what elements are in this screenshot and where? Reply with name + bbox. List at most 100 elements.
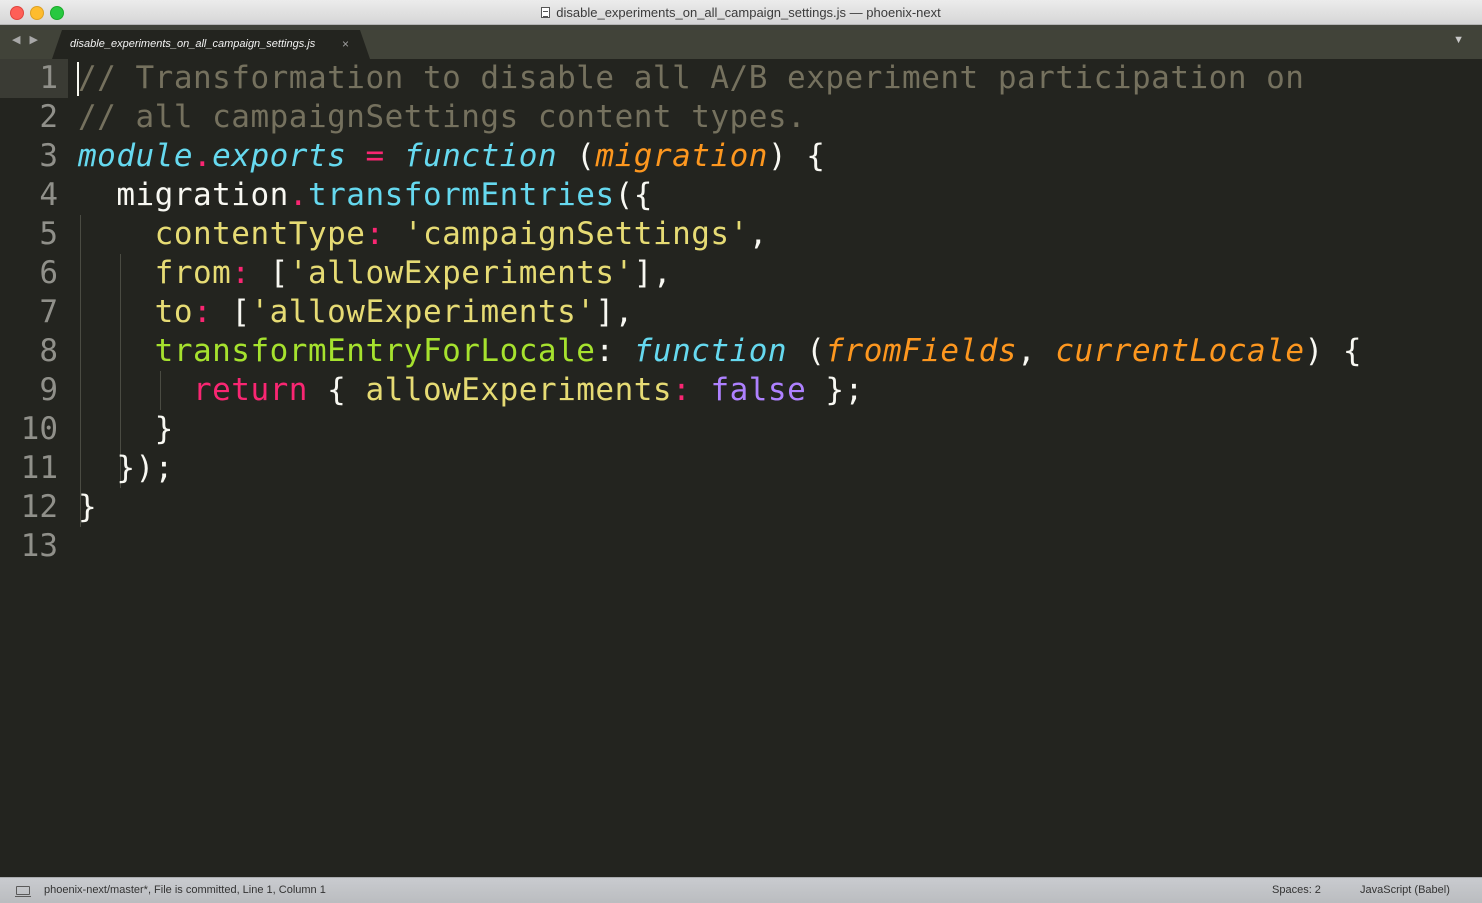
code-line[interactable]: 2 // all campaignSettings content types. bbox=[0, 98, 1482, 137]
code-token: currentLocale bbox=[1055, 333, 1305, 369]
code-line[interactable]: 12} bbox=[0, 488, 1482, 527]
code-line[interactable]: 4 migration.transformEntries({ bbox=[0, 176, 1482, 215]
code-text: from: ['allowExperiments'], bbox=[78, 254, 672, 293]
code-line[interactable]: 5 contentType: 'campaignSettings', bbox=[0, 215, 1482, 254]
code-text: module.exports = function (migration) { bbox=[78, 137, 825, 176]
line-number: 7 bbox=[0, 293, 68, 332]
line-number: 13 bbox=[0, 527, 68, 566]
code-token: function bbox=[633, 333, 788, 369]
tab-active-file[interactable]: disable_experiments_on_all_campaign_sett… bbox=[52, 30, 370, 59]
code-token: }; bbox=[806, 372, 864, 408]
line-number-text: 5 bbox=[39, 216, 58, 252]
status-syntax[interactable]: JavaScript (Babel) bbox=[1360, 884, 1450, 896]
code-token: function bbox=[403, 138, 558, 174]
code-token: exports bbox=[212, 138, 347, 174]
line-number: 5 bbox=[0, 215, 68, 254]
code-token: transformEntryForLocale bbox=[78, 333, 596, 369]
line-number-text: 4 bbox=[39, 177, 58, 213]
status-indentation[interactable]: Spaces: 2 bbox=[1272, 884, 1321, 896]
title-bar: disable_experiments_on_all_campaign_sett… bbox=[0, 0, 1482, 25]
code-token: ( bbox=[787, 333, 826, 369]
code-token: transformEntries bbox=[307, 177, 615, 213]
line-number: 1 bbox=[0, 59, 68, 98]
code-text: } bbox=[78, 410, 174, 449]
window-title-area: disable_experiments_on_all_campaign_sett… bbox=[0, 0, 1482, 24]
line-number: 3 bbox=[0, 137, 68, 176]
code-text: to: ['allowExperiments'], bbox=[78, 293, 634, 332]
line-number-text: 13 bbox=[20, 528, 58, 564]
code-token: . bbox=[288, 177, 308, 213]
line-number-text: 6 bbox=[39, 255, 58, 291]
editor-window: disable_experiments_on_all_campaign_sett… bbox=[0, 0, 1482, 903]
code-token: return bbox=[192, 372, 308, 408]
code-token: } bbox=[78, 411, 174, 447]
code-token: : bbox=[365, 216, 385, 252]
line-number-text: 8 bbox=[39, 333, 58, 369]
line-number-text: 12 bbox=[20, 489, 58, 525]
code-token: to bbox=[78, 294, 193, 330]
code-token: { bbox=[307, 372, 366, 408]
console-toggle-icon[interactable] bbox=[15, 886, 31, 897]
code-token: [ bbox=[212, 294, 251, 330]
line-number: 12 bbox=[0, 488, 68, 527]
code-text: migration.transformEntries({ bbox=[78, 176, 653, 215]
code-editor[interactable]: 1 // Transformation to disable all A/B ex… bbox=[0, 59, 1482, 877]
code-token: , bbox=[1017, 333, 1056, 369]
status-git-info: phoenix-next/master*, File is committed,… bbox=[44, 884, 326, 896]
document-icon bbox=[541, 6, 551, 18]
code-token: : bbox=[231, 255, 251, 291]
line-number-text: 1 bbox=[39, 60, 58, 96]
code-token: allowExperiments bbox=[365, 372, 673, 408]
code-token: migration bbox=[78, 177, 289, 213]
code-line[interactable]: 13 bbox=[0, 527, 1482, 566]
code-token: migration bbox=[595, 138, 768, 174]
code-text: return { allowExperiments: false }; bbox=[78, 371, 864, 410]
code-token: false bbox=[710, 372, 807, 408]
line-number: 8 bbox=[0, 332, 68, 371]
code-token: from bbox=[78, 255, 232, 291]
code-token: fromFields bbox=[825, 333, 1018, 369]
tab-dropdown-icon[interactable]: ▼ bbox=[1453, 34, 1464, 46]
code-token: ) { bbox=[1304, 333, 1362, 369]
code-token: ) { bbox=[767, 138, 826, 174]
tab-nav-arrows-icon[interactable]: ◀ ▶ bbox=[12, 33, 41, 46]
code-text: transformEntryForLocale: function (fromF… bbox=[78, 332, 1362, 371]
code-token: = bbox=[365, 138, 385, 174]
code-token: : bbox=[595, 333, 634, 369]
line-number: 4 bbox=[0, 176, 68, 215]
tab-close-icon[interactable]: × bbox=[342, 37, 349, 51]
code-line[interactable]: 9 return { allowExperiments: false }; bbox=[0, 371, 1482, 410]
window-title: disable_experiments_on_all_campaign_sett… bbox=[556, 4, 941, 20]
code-text: } bbox=[78, 488, 97, 527]
status-bar: phoenix-next/master*, File is committed,… bbox=[0, 877, 1482, 903]
code-token: , bbox=[748, 216, 768, 252]
code-text: }); bbox=[78, 449, 174, 488]
code-line[interactable]: 10 } bbox=[0, 410, 1482, 449]
tab-bar: ◀ ▶ disable_experiments_on_all_campaign_… bbox=[0, 25, 1482, 59]
code-token: ( bbox=[557, 138, 596, 174]
line-number-text: 9 bbox=[39, 372, 58, 408]
code-token: [ bbox=[250, 255, 289, 291]
code-token: // Transformation to disable all A/B exp… bbox=[78, 60, 1305, 96]
code-line[interactable]: 8 transformEntryForLocale: function (fro… bbox=[0, 332, 1482, 371]
code-text: // Transformation to disable all A/B exp… bbox=[78, 59, 1304, 98]
line-number-text: 2 bbox=[39, 99, 58, 135]
code-line[interactable]: 11 }); bbox=[0, 449, 1482, 488]
code-token: 'campaignSettings' bbox=[403, 216, 749, 252]
code-line[interactable]: 6 from: ['allowExperiments'], bbox=[0, 254, 1482, 293]
line-number-text: 7 bbox=[39, 294, 58, 330]
code-line[interactable]: 1 // Transformation to disable all A/B ex… bbox=[0, 59, 1482, 98]
line-number-text: 10 bbox=[20, 411, 58, 447]
code-line[interactable]: 7 to: ['allowExperiments'], bbox=[0, 293, 1482, 332]
line-number-text: 3 bbox=[39, 138, 58, 174]
line-number: 10 bbox=[0, 410, 68, 449]
code-text: contentType: 'campaignSettings', bbox=[78, 215, 768, 254]
code-token: ({ bbox=[614, 177, 653, 213]
code-line[interactable]: 3 module.exports = function (migration) { bbox=[0, 137, 1482, 176]
code-token: : bbox=[192, 294, 213, 330]
code-token: ], bbox=[633, 255, 673, 291]
